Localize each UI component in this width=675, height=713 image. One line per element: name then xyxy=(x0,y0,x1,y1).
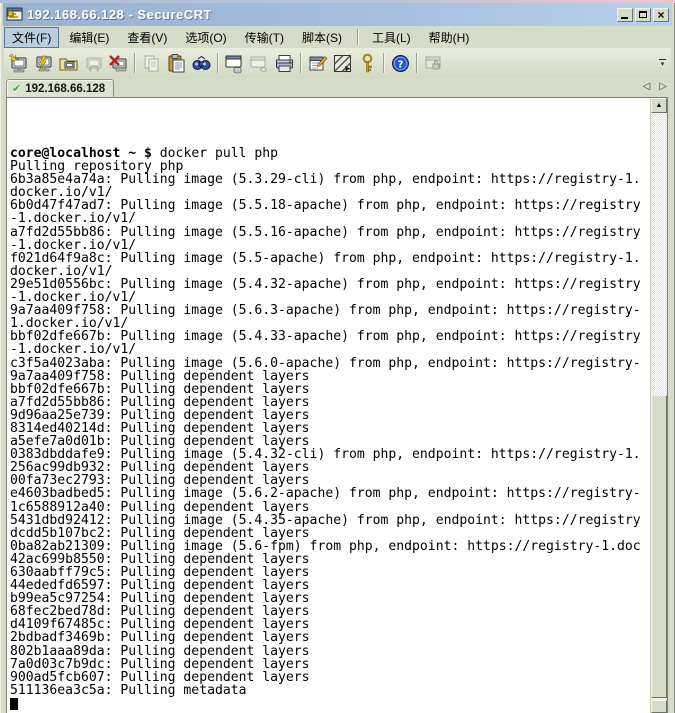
toolbar-separator xyxy=(300,53,302,73)
send-icon xyxy=(249,53,270,74)
menu-script[interactable]: 脚本(S) xyxy=(294,27,350,48)
toolbar-separator xyxy=(217,53,219,73)
terminal-screen[interactable]: core@localhost ~ $ docker pull php Pulli… xyxy=(7,98,650,713)
toolbar-overflow-button[interactable]: ▾ xyxy=(656,52,669,73)
keymap-icon xyxy=(332,53,353,74)
toolbar-separator xyxy=(383,53,385,73)
disconnect-button[interactable] xyxy=(106,51,131,76)
menu-transfer[interactable]: 传输(T) xyxy=(237,27,292,48)
lock-session-button[interactable] xyxy=(421,51,446,76)
terminal-line: dcdd5b107bc2: Pulling dependent layers xyxy=(10,527,650,540)
reconnect-icon xyxy=(83,53,104,74)
menu-file[interactable]: 文件(F) xyxy=(4,27,59,48)
capture-icon xyxy=(224,53,245,74)
terminal-line: a7fd2d55bb86: Pulling dependent layers xyxy=(10,396,650,409)
maximize-icon xyxy=(639,11,647,18)
key-agent-icon xyxy=(357,53,378,74)
connect-in-tab-icon xyxy=(58,53,79,74)
terminal-line: docker.io/v1/ xyxy=(10,265,650,278)
print-icon xyxy=(274,53,295,74)
terminal-output: Pulling repository php6b3a85e4a74a: Pull… xyxy=(10,160,650,697)
find-icon xyxy=(191,53,212,74)
terminal-line: -1.docker.io/v1/ xyxy=(10,212,650,225)
toolbar-separator xyxy=(134,53,136,73)
terminal-line: 511136ea3c5a: Pulling metadata xyxy=(10,684,650,697)
quick-connect-button[interactable] xyxy=(6,51,31,76)
terminal-line: 2bdbadf3469b: Pulling dependent layers xyxy=(10,631,650,644)
close-button[interactable]: × xyxy=(653,8,669,22)
terminal-cursor-line xyxy=(10,697,650,710)
help-button[interactable]: ? xyxy=(388,51,413,76)
terminal-cursor xyxy=(10,698,18,710)
tab-scroll-right-icon[interactable]: ▷ xyxy=(659,81,667,93)
copy-button[interactable] xyxy=(139,51,164,76)
terminal-line: 1c6588912a40: Pulling dependent layers xyxy=(10,501,650,514)
terminal-line: 9a7aa409f758: Pulling dependent layers xyxy=(10,370,650,383)
terminal-line: 7a0d03c7b9dc: Pulling dependent layers xyxy=(10,658,650,671)
scrollbar-thumb[interactable] xyxy=(651,395,667,698)
window-title: 192.168.66.128 - SecureCRT xyxy=(27,7,615,22)
minimize-button[interactable] xyxy=(617,8,633,22)
minimize-icon xyxy=(621,17,628,19)
toolbar: ? ▾ xyxy=(4,48,671,78)
paste-button[interactable] xyxy=(164,51,189,76)
connect-in-tab-button[interactable] xyxy=(56,51,81,76)
terminal-line: 802b1aaa89da: Pulling dependent layers xyxy=(10,645,650,658)
menu-view[interactable]: 查看(V) xyxy=(119,27,175,48)
session-tab[interactable]: ✔ 192.168.66.128 xyxy=(6,79,114,97)
terminal-scrollbar[interactable]: ▲ xyxy=(650,98,667,713)
window-left-edge xyxy=(0,3,3,713)
connected-check-icon: ✔ xyxy=(12,82,21,95)
menu-help[interactable]: 帮助(H) xyxy=(421,27,478,48)
close-icon: × xyxy=(657,10,664,20)
menu-separator xyxy=(357,29,359,45)
quick-connect-icon xyxy=(8,53,29,74)
lock-session-icon xyxy=(423,53,444,74)
scroll-up-icon: ▲ xyxy=(656,102,663,109)
titlebar[interactable]: 192.168.66.128 - SecureCRT × xyxy=(3,3,672,26)
terminal-line: -1.docker.io/v1/ xyxy=(10,343,650,356)
help-icon: ? xyxy=(390,53,411,74)
tabbar: ✔ 192.168.66.128 ◁ ▷ xyxy=(4,78,671,97)
tab-scroll-left-icon[interactable]: ◁ xyxy=(643,81,651,93)
scrollbar-down-button[interactable] xyxy=(651,700,667,713)
terminal-line: 0ba82ab21309: Pulling image (5.6-fpm) fr… xyxy=(10,540,650,553)
toolbar-separator xyxy=(416,53,418,73)
key-agent-button[interactable] xyxy=(355,51,380,76)
session-options-icon xyxy=(307,53,328,74)
terminal-line: a7fd2d55bb86: Pulling image (5.5.16-apac… xyxy=(10,226,650,239)
svg-text:?: ? xyxy=(398,59,404,70)
find-button[interactable] xyxy=(189,51,214,76)
app-icon xyxy=(6,7,23,22)
terminal-line: 5431dbd92412: Pulling image (5.4.35-apac… xyxy=(10,514,650,527)
terminal-line: e4603badbed5: Pulling image (5.6.2-apach… xyxy=(10,487,650,500)
menubar: 文件(F) 编辑(E) 查看(V) 选项(O) 传输(T) 脚本(S) 工具(L… xyxy=(4,26,671,48)
connect-button[interactable] xyxy=(31,51,56,76)
securecrt-window: 192.168.66.128 - SecureCRT × 文件(F) 编辑(E)… xyxy=(0,0,675,713)
terminal-line: 9d96aa25e739: Pulling dependent layers xyxy=(10,409,650,422)
menu-options[interactable]: 选项(O) xyxy=(177,27,234,48)
terminal-line: -1.docker.io/v1/ xyxy=(10,239,650,252)
copy-icon xyxy=(141,53,162,74)
menu-tools[interactable]: 工具(L) xyxy=(364,27,419,48)
connect-icon xyxy=(33,53,54,74)
maximize-button[interactable] xyxy=(635,8,651,22)
reconnect-button[interactable] xyxy=(81,51,106,76)
capture-button[interactable] xyxy=(222,51,247,76)
disconnect-icon xyxy=(108,53,129,74)
terminal-line: c3f5a4023aba: Pulling image (5.6.0-apach… xyxy=(10,357,650,370)
terminal-line: f021d64f9a8c: Pulling image (5.5-apache)… xyxy=(10,252,650,265)
session-tab-label: 192.168.66.128 xyxy=(25,83,105,95)
terminal-frame: core@localhost ~ $ docker pull php Pulli… xyxy=(6,97,668,713)
terminal-line: bbf02dfe667b: Pulling dependent layers xyxy=(10,383,650,396)
paste-icon xyxy=(166,53,187,74)
toolbar-overflow-icon xyxy=(659,59,666,60)
keymap-button[interactable] xyxy=(330,51,355,76)
scrollbar-up-button[interactable]: ▲ xyxy=(651,98,667,113)
terminal-line: 900ad5fcb607: Pulling dependent layers xyxy=(10,671,650,684)
print-button[interactable] xyxy=(272,51,297,76)
session-options-button[interactable] xyxy=(305,51,330,76)
send-button[interactable] xyxy=(247,51,272,76)
menu-edit[interactable]: 编辑(E) xyxy=(61,27,117,48)
